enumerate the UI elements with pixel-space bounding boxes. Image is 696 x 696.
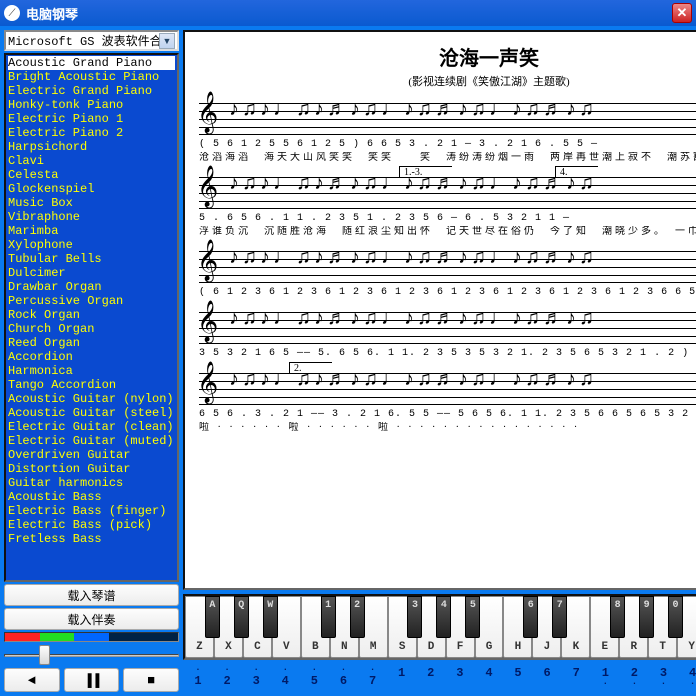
indicator: 1· (594, 666, 616, 692)
instrument-list[interactable]: Acoustic Grand PianoBright Acoustic Pian… (4, 53, 179, 582)
indicator: 2 (420, 666, 442, 692)
load-score-button[interactable]: 载入琴谱 (4, 584, 179, 606)
black-key[interactable]: Q (234, 596, 249, 638)
instrument-item[interactable]: Acoustic Grand Piano (8, 56, 175, 70)
black-key[interactable]: A (205, 596, 220, 638)
instrument-item[interactable]: Tubular Bells (8, 252, 175, 266)
slider-thumb[interactable] (39, 645, 50, 665)
instrument-item[interactable]: Harmonica (8, 364, 175, 378)
instrument-item[interactable]: Church Organ (8, 322, 175, 336)
combo-value: Microsoft GS 波表软件合 (8, 32, 159, 49)
instrument-item[interactable]: Honky-tonk Piano (8, 98, 175, 112)
instrument-item[interactable]: Electric Guitar (muted) (8, 434, 175, 448)
instrument-item[interactable]: Electric Bass (pick) (8, 518, 175, 532)
instrument-item[interactable]: Music Box (8, 196, 175, 210)
instrument-item[interactable]: Fretless Bass (8, 532, 175, 546)
indicator: ·2 (216, 666, 238, 692)
pause-button[interactable]: ▐▐ (64, 668, 120, 692)
stop-button[interactable]: ■ (123, 668, 179, 692)
instrument-item[interactable]: Bright Acoustic Piano (8, 70, 175, 84)
app-icon: ⟋ (4, 5, 20, 21)
instrument-item[interactable]: Percussive Organ (8, 294, 175, 308)
score-title: 沧海一声笑 (185, 42, 696, 71)
indicator: ·3 (245, 666, 267, 692)
instrument-item[interactable]: Vibraphone (8, 210, 175, 224)
instrument-item[interactable]: Electric Guitar (clean) (8, 420, 175, 434)
instrument-item[interactable]: Clavi (8, 154, 175, 168)
instrument-item[interactable]: Electric Bass (finger) (8, 504, 175, 518)
instrument-item[interactable]: Glockenspiel (8, 182, 175, 196)
instrument-item[interactable]: Celesta (8, 168, 175, 182)
indicator: ·4 (274, 666, 296, 692)
black-key[interactable]: 2 (350, 596, 365, 638)
load-accomp-button[interactable]: 载入伴奏 (4, 608, 179, 630)
black-key[interactable]: 1 (321, 596, 336, 638)
instrument-item[interactable]: Overdriven Guitar (8, 448, 175, 462)
instrument-item[interactable]: Accordion (8, 350, 175, 364)
soundfont-combo[interactable]: Microsoft GS 波表软件合 ▼ (4, 30, 179, 51)
indicator: 2· (623, 666, 645, 692)
instrument-item[interactable]: Rock Organ (8, 308, 175, 322)
instrument-item[interactable]: Guitar harmonics (8, 476, 175, 490)
indicator: 3· (653, 666, 675, 692)
instrument-item[interactable]: Harpsichord (8, 140, 175, 154)
window-title: 电脑钢琴 (26, 4, 672, 23)
instrument-item[interactable]: Electric Grand Piano (8, 84, 175, 98)
instrument-item[interactable]: Electric Piano 2 (8, 126, 175, 140)
indicator: 7 (565, 666, 587, 692)
black-key[interactable]: 6 (523, 596, 538, 638)
instrument-item[interactable]: Dulcimer (8, 266, 175, 280)
black-key[interactable]: 5 (465, 596, 480, 638)
instrument-item[interactable]: Reed Organ (8, 336, 175, 350)
tempo-slider[interactable] (4, 644, 179, 666)
instrument-item[interactable]: Acoustic Bass (8, 490, 175, 504)
black-key[interactable]: 3 (407, 596, 422, 638)
black-key[interactable]: W (263, 596, 278, 638)
indicator: ·7 (362, 666, 384, 692)
indicator: 6 (536, 666, 558, 692)
instrument-item[interactable]: Drawbar Organ (8, 280, 175, 294)
instrument-item[interactable]: Acoustic Guitar (steel) (8, 406, 175, 420)
score-subtitle: (影视连续剧《笑傲江湖》主题歌) (185, 73, 696, 89)
indicator: 1 (391, 666, 413, 692)
indicator: 3 (449, 666, 471, 692)
close-button[interactable]: ✕ (672, 3, 692, 23)
black-key[interactable]: 0 (668, 596, 683, 638)
note-indicators: ·1·2·3·4·5·6·712345671·2·3·4·5·6·7· (183, 664, 696, 692)
indicator: 4· (682, 666, 696, 692)
volume-meter (4, 632, 179, 642)
indicator: 4 (478, 666, 500, 692)
black-key[interactable]: 4 (436, 596, 451, 638)
black-key[interactable]: 7 (552, 596, 567, 638)
instrument-item[interactable]: Tango Accordion (8, 378, 175, 392)
indicator: ·6 (332, 666, 354, 692)
music-score: 沧海一声笑 (影视连续剧《笑傲江湖》主题歌) 霑 黄 词曲 ♪♫♪♩♫♪♬♪♫♩… (183, 30, 696, 590)
indicator: 5 (507, 666, 529, 692)
black-key[interactable]: 9 (639, 596, 654, 638)
indicator: ·5 (303, 666, 325, 692)
chevron-down-icon: ▼ (159, 33, 175, 49)
instrument-item[interactable]: Electric Piano 1 (8, 112, 175, 126)
instrument-item[interactable]: Marimba (8, 224, 175, 238)
instrument-item[interactable]: Xylophone (8, 238, 175, 252)
piano-keyboard[interactable]: ZXCVBNMSDFGHJKERTYUIOAQW1234567890PL (183, 594, 696, 660)
instrument-item[interactable]: Distortion Guitar (8, 462, 175, 476)
indicator: ·1 (187, 666, 209, 692)
instrument-item[interactable]: Acoustic Guitar (nylon) (8, 392, 175, 406)
play-button[interactable]: ◄ (4, 668, 60, 692)
black-key[interactable]: 8 (610, 596, 625, 638)
